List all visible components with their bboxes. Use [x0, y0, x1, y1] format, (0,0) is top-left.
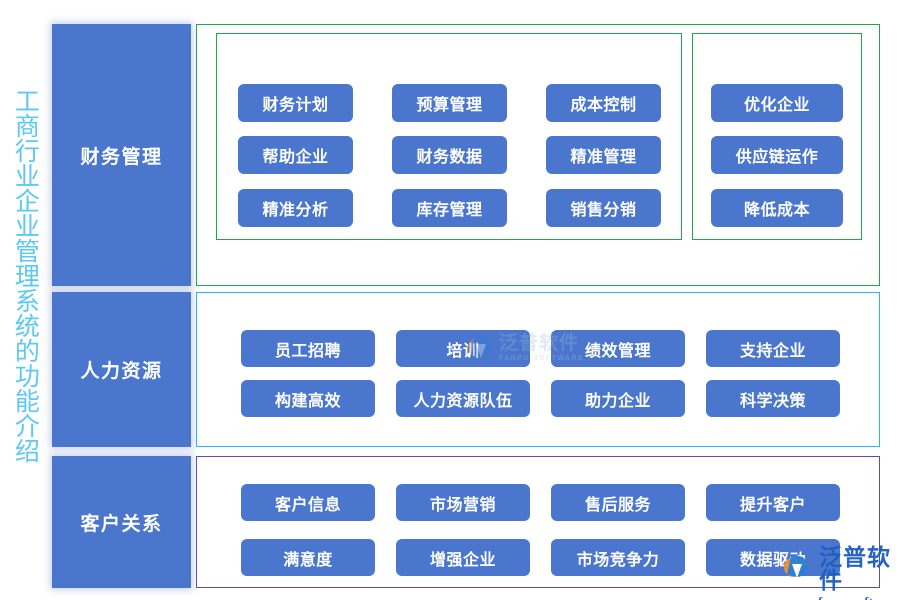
pill-finance-benefit-2[interactable]: 降低成本: [711, 189, 843, 227]
pill-label: 财务数据: [416, 149, 483, 166]
pill-hr-1[interactable]: 培训: [396, 330, 530, 367]
pill-label: 库存管理: [416, 202, 483, 219]
pill-hr-5[interactable]: 人力资源队伍: [396, 380, 530, 417]
pill-label: 培训: [446, 342, 480, 360]
pill-hr-6[interactable]: 助力企业: [551, 380, 685, 417]
vertical-page-title: 工商行业企业管理系统的功能介绍: [4, 88, 44, 528]
pill-label: 预算管理: [416, 97, 483, 114]
pill-crm-0[interactable]: 客户信息: [241, 484, 375, 521]
pill-label: 市场营销: [429, 496, 496, 514]
pill-label: 客户信息: [274, 496, 341, 514]
section-label-crm-text: 客户关系: [80, 513, 163, 535]
pill-finance-2[interactable]: 成本控制: [546, 84, 661, 122]
watermark-corner-url: www.fanpusoft.com: [786, 594, 900, 600]
pill-label: 供应链运作: [735, 149, 819, 166]
pill-label: 科学决策: [739, 392, 806, 410]
pill-label: 增强企业: [429, 551, 496, 569]
pill-label: 市场竞争力: [576, 551, 660, 569]
section-label-finance-text: 财务管理: [80, 146, 163, 168]
section-label-hr[interactable]: 人力资源: [52, 292, 191, 447]
section-label-finance[interactable]: 财务管理: [52, 24, 191, 286]
pill-label: 绩效管理: [584, 342, 651, 360]
pill-crm-7[interactable]: 数据驱动: [706, 539, 840, 576]
pill-crm-2[interactable]: 售后服务: [551, 484, 685, 521]
pill-hr-0[interactable]: 员工招聘: [241, 330, 375, 367]
pill-finance-1[interactable]: 预算管理: [392, 84, 507, 122]
pill-hr-7[interactable]: 科学决策: [706, 380, 840, 417]
pill-label: 优化企业: [743, 97, 810, 114]
pill-finance-benefit-1[interactable]: 供应链运作: [711, 136, 843, 174]
pill-label: 成本控制: [570, 97, 637, 114]
pill-label: 助力企业: [584, 392, 651, 410]
pill-label: 满意度: [283, 551, 333, 569]
pill-label: 构建高效: [274, 392, 341, 410]
pill-finance-benefit-0[interactable]: 优化企业: [711, 84, 843, 122]
section-label-crm[interactable]: 客户关系: [52, 456, 191, 588]
pill-finance-8[interactable]: 销售分销: [546, 189, 661, 227]
pill-finance-6[interactable]: 精准分析: [238, 189, 353, 227]
pill-label: 数据驱动: [739, 551, 806, 569]
pill-finance-5[interactable]: 精准管理: [546, 136, 661, 174]
pill-crm-3[interactable]: 提升客户: [706, 484, 840, 521]
pill-label: 人力资源队伍: [413, 392, 513, 410]
pill-label: 提升客户: [739, 496, 806, 514]
pill-label: 精准管理: [570, 149, 637, 166]
pill-label: 支持企业: [739, 342, 806, 360]
pill-label: 售后服务: [584, 496, 651, 514]
pill-crm-4[interactable]: 满意度: [241, 539, 375, 576]
pill-hr-2[interactable]: 绩效管理: [551, 330, 685, 367]
pill-hr-4[interactable]: 构建高效: [241, 380, 375, 417]
pill-crm-5[interactable]: 增强企业: [396, 539, 530, 576]
pill-crm-6[interactable]: 市场竞争力: [551, 539, 685, 576]
pill-finance-7[interactable]: 库存管理: [392, 189, 507, 227]
pill-label: 降低成本: [743, 202, 810, 219]
pill-label: 精准分析: [262, 202, 329, 219]
pill-hr-3[interactable]: 支持企业: [706, 330, 840, 367]
pill-label: 员工招聘: [274, 342, 341, 360]
pill-crm-1[interactable]: 市场营销: [396, 484, 530, 521]
vertical-page-title-text: 工商行业企业管理系统的功能介绍: [11, 88, 39, 463]
pill-finance-3[interactable]: 帮助企业: [238, 136, 353, 174]
pill-label: 帮助企业: [262, 149, 329, 166]
pill-finance-4[interactable]: 财务数据: [392, 136, 507, 174]
diagram-canvas: 工商行业企业管理系统的功能介绍 财务管理 财务计划 预算管理 成本控制 帮助企业…: [0, 0, 900, 600]
pill-finance-0[interactable]: 财务计划: [238, 84, 353, 122]
section-body-hr: [196, 292, 880, 447]
pill-label: 财务计划: [262, 97, 329, 114]
pill-label: 销售分销: [570, 202, 637, 219]
section-label-hr-text: 人力资源: [80, 361, 163, 382]
